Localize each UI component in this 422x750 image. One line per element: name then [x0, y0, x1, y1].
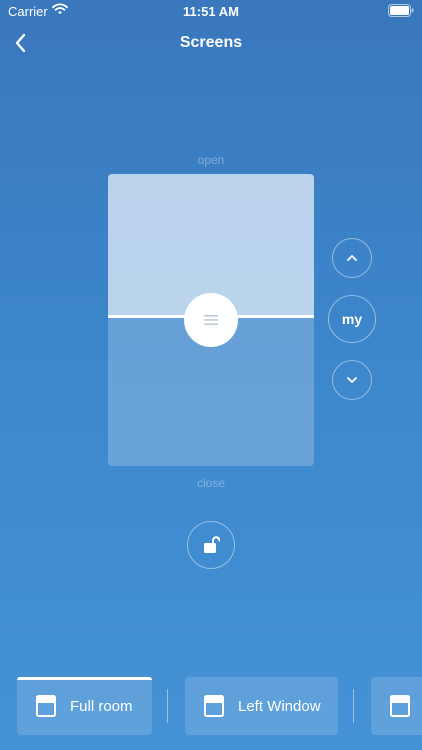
window-icon — [36, 695, 56, 717]
group-label: Left Window — [238, 697, 321, 715]
window-icon — [204, 695, 224, 717]
status-time: 11:51 AM — [183, 4, 239, 19]
navigation-bar: Screens — [0, 28, 422, 58]
page-title: Screens — [179, 34, 243, 51]
my-position-button[interactable]: my — [328, 295, 376, 343]
window-icon — [390, 695, 410, 717]
open-label: open — [197, 153, 225, 167]
group-label: Full room — [70, 697, 133, 715]
unlocked-padlock-icon — [204, 536, 220, 553]
close-button[interactable] — [332, 360, 372, 400]
chevron-up-icon — [347, 255, 357, 261]
group-tab-partial[interactable] — [371, 677, 422, 735]
close-label: close — [196, 476, 225, 490]
group-tab-left-window[interactable]: Left Window — [185, 677, 338, 735]
groups-bar: Full room Left Window — [0, 677, 422, 735]
chevron-down-icon — [347, 377, 357, 383]
group-tab-full-room[interactable]: Full room — [17, 677, 152, 735]
divider — [353, 689, 354, 723]
menu-lines-icon — [204, 315, 218, 325]
status-bar: Carrier 11:51 AM — [0, 0, 422, 22]
position-drag-handle[interactable] — [184, 293, 238, 347]
divider — [167, 689, 168, 723]
lock-button[interactable] — [187, 521, 235, 569]
battery-icon — [388, 4, 414, 20]
open-button[interactable] — [332, 238, 372, 278]
